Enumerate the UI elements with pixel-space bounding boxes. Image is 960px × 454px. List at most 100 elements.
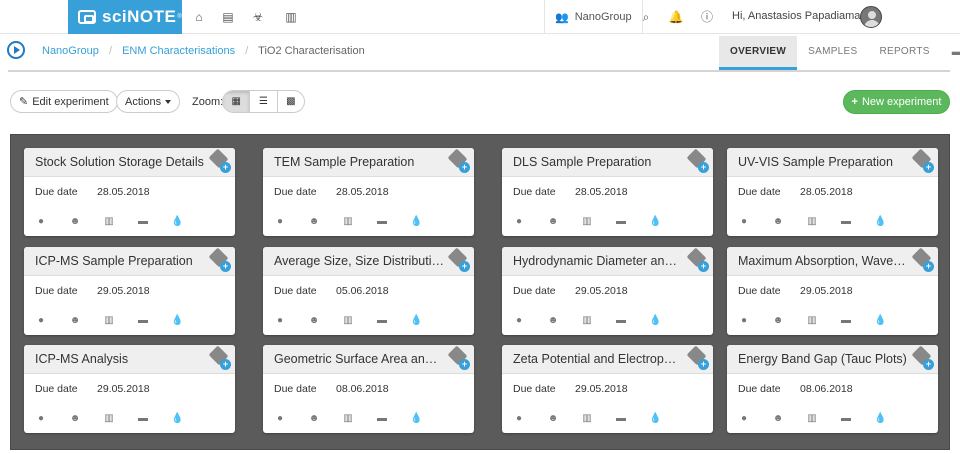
comment-icon[interactable]: ▬ xyxy=(615,315,627,327)
results-icon[interactable]: ▥ xyxy=(103,413,115,425)
info-icon[interactable]: ● xyxy=(274,413,286,425)
tab-samples[interactable]: SAMPLES xyxy=(797,36,868,70)
user-icon[interactable]: ☻ xyxy=(69,315,81,327)
comment-icon[interactable]: ▬ xyxy=(840,216,852,228)
samples-drop-icon[interactable]: 💧 xyxy=(649,413,661,425)
breadcrumb-project[interactable]: ENM Characterisations xyxy=(122,45,235,57)
breadcrumb-team[interactable]: NanoGroup xyxy=(42,45,99,57)
info-icon[interactable]: ● xyxy=(35,413,47,425)
task-title[interactable]: Zeta Potential and Electrophore... xyxy=(502,345,713,374)
user-icon[interactable]: ☻ xyxy=(772,216,784,228)
add-tag-icon[interactable]: + xyxy=(911,148,934,173)
repositories-icon[interactable]: ☣ xyxy=(250,8,266,26)
samples-drop-icon[interactable]: 💧 xyxy=(874,413,886,425)
info-icon[interactable]: ● xyxy=(738,413,750,425)
comment-icon[interactable]: ▬ xyxy=(615,413,627,425)
add-tag-icon[interactable]: + xyxy=(911,247,934,272)
user-icon[interactable]: ☻ xyxy=(69,413,81,425)
results-icon[interactable]: ▥ xyxy=(342,413,354,425)
scinote-logo[interactable]: sciNOTE ® xyxy=(68,0,182,34)
home-icon[interactable]: ⌂ xyxy=(191,8,207,26)
user-icon[interactable]: ☻ xyxy=(308,315,320,327)
results-icon[interactable]: ▥ xyxy=(806,315,818,327)
experiment-canvas[interactable]: Stock Solution Storage Details + Due date 2… xyxy=(10,134,950,450)
results-icon[interactable]: ▥ xyxy=(103,216,115,228)
results-icon[interactable]: ▥ xyxy=(581,413,593,425)
add-tag-icon[interactable]: + xyxy=(447,345,470,370)
info-icon[interactable]: ● xyxy=(274,315,286,327)
info-icon[interactable]: ● xyxy=(35,216,47,228)
tab-archive[interactable]: ▬ xyxy=(941,36,960,70)
info-icon[interactable]: ● xyxy=(513,315,525,327)
comment-icon[interactable]: ▬ xyxy=(615,216,627,228)
samples-drop-icon[interactable]: 💧 xyxy=(171,315,183,327)
info-icon[interactable]: ● xyxy=(274,216,286,228)
samples-drop-icon[interactable]: 💧 xyxy=(171,413,183,425)
task-card[interactable]: Geometric Surface Area and Co... + Due dat… xyxy=(263,345,474,433)
play-tutorial-icon[interactable] xyxy=(7,41,25,59)
results-icon[interactable]: ▥ xyxy=(581,216,593,228)
info-icon[interactable]: ● xyxy=(738,315,750,327)
add-tag-icon[interactable]: + xyxy=(911,345,934,370)
task-title[interactable]: Geometric Surface Area and Co... xyxy=(263,345,474,374)
task-title[interactable]: Stock Solution Storage Details xyxy=(24,148,235,177)
add-tag-icon[interactable]: + xyxy=(208,345,231,370)
add-tag-icon[interactable]: + xyxy=(447,148,470,173)
task-card[interactable]: Zeta Potential and Electrophore... + Due d… xyxy=(502,345,713,433)
samples-drop-icon[interactable]: 💧 xyxy=(171,216,183,228)
protocols-icon[interactable]: ▤ xyxy=(220,8,236,26)
comment-icon[interactable]: ▬ xyxy=(840,315,852,327)
task-card[interactable]: Energy Band Gap (Tauc Plots) + Due date 08.… xyxy=(727,345,938,433)
info-icon[interactable]: ● xyxy=(35,315,47,327)
task-card[interactable]: UV-VIS Sample Preparation + Due date 28.05.… xyxy=(727,148,938,236)
task-title[interactable]: Average Size, Size Distribution i... xyxy=(263,247,474,276)
tab-reports[interactable]: REPORTS xyxy=(868,36,940,70)
zoom-small-button[interactable]: ▩ xyxy=(278,91,304,112)
info-icon[interactable]: ● xyxy=(513,413,525,425)
task-card[interactable]: Stock Solution Storage Details + Due date 2… xyxy=(24,148,235,236)
samples-drop-icon[interactable]: 💧 xyxy=(410,413,422,425)
user-icon[interactable]: ☻ xyxy=(772,413,784,425)
add-tag-icon[interactable]: + xyxy=(686,148,709,173)
task-title[interactable]: Hydrodynamic Diameter and PDI xyxy=(502,247,713,276)
zoom-large-button[interactable]: ▦ xyxy=(223,91,251,112)
new-experiment-button[interactable]: + New experiment xyxy=(843,90,950,114)
edit-experiment-button[interactable]: ✎ Edit experiment xyxy=(10,90,118,113)
task-title[interactable]: ICP-MS Sample Preparation xyxy=(24,247,235,276)
samples-drop-icon[interactable]: 💧 xyxy=(874,315,886,327)
task-title[interactable]: DLS Sample Preparation xyxy=(502,148,713,177)
zoom-list-button[interactable]: ☰ xyxy=(250,91,278,112)
user-icon[interactable]: ☻ xyxy=(308,216,320,228)
add-tag-icon[interactable]: + xyxy=(686,247,709,272)
notifications-bell-icon[interactable]: 🔔 xyxy=(668,8,684,26)
task-card[interactable]: TEM Sample Preparation + Due date 28.05.201… xyxy=(263,148,474,236)
results-icon[interactable]: ▥ xyxy=(581,315,593,327)
actions-dropdown[interactable]: Actions xyxy=(116,90,181,113)
user-icon[interactable]: ☻ xyxy=(308,413,320,425)
user-icon[interactable]: ☻ xyxy=(547,315,559,327)
info-icon[interactable]: ⓘ xyxy=(699,8,715,26)
samples-drop-icon[interactable]: 💧 xyxy=(649,315,661,327)
add-tag-icon[interactable]: + xyxy=(208,247,231,272)
comment-icon[interactable]: ▬ xyxy=(376,216,388,228)
user-icon[interactable]: ☻ xyxy=(547,216,559,228)
task-title[interactable]: Energy Band Gap (Tauc Plots) xyxy=(727,345,938,374)
samples-drop-icon[interactable]: 💧 xyxy=(649,216,661,228)
results-icon[interactable]: ▥ xyxy=(342,216,354,228)
comment-icon[interactable]: ▬ xyxy=(137,216,149,228)
user-greeting[interactable]: Hi, Anastasios Papadiamantis xyxy=(732,10,878,22)
results-icon[interactable]: ▥ xyxy=(806,413,818,425)
samples-drop-icon[interactable]: 💧 xyxy=(410,315,422,327)
results-icon[interactable]: ▥ xyxy=(806,216,818,228)
task-title[interactable]: UV-VIS Sample Preparation xyxy=(727,148,938,177)
samples-drop-icon[interactable]: 💧 xyxy=(410,216,422,228)
add-tag-icon[interactable]: + xyxy=(447,247,470,272)
tab-overview[interactable]: OVERVIEW xyxy=(719,36,798,70)
team-switcher[interactable]: 👥 NanoGroup xyxy=(544,0,643,34)
task-card[interactable]: DLS Sample Preparation + Due date 28.05.201… xyxy=(502,148,713,236)
user-icon[interactable]: ☻ xyxy=(69,216,81,228)
comment-icon[interactable]: ▬ xyxy=(840,413,852,425)
samples-drop-icon[interactable]: 💧 xyxy=(874,216,886,228)
info-icon[interactable]: ● xyxy=(513,216,525,228)
comment-icon[interactable]: ▬ xyxy=(137,413,149,425)
